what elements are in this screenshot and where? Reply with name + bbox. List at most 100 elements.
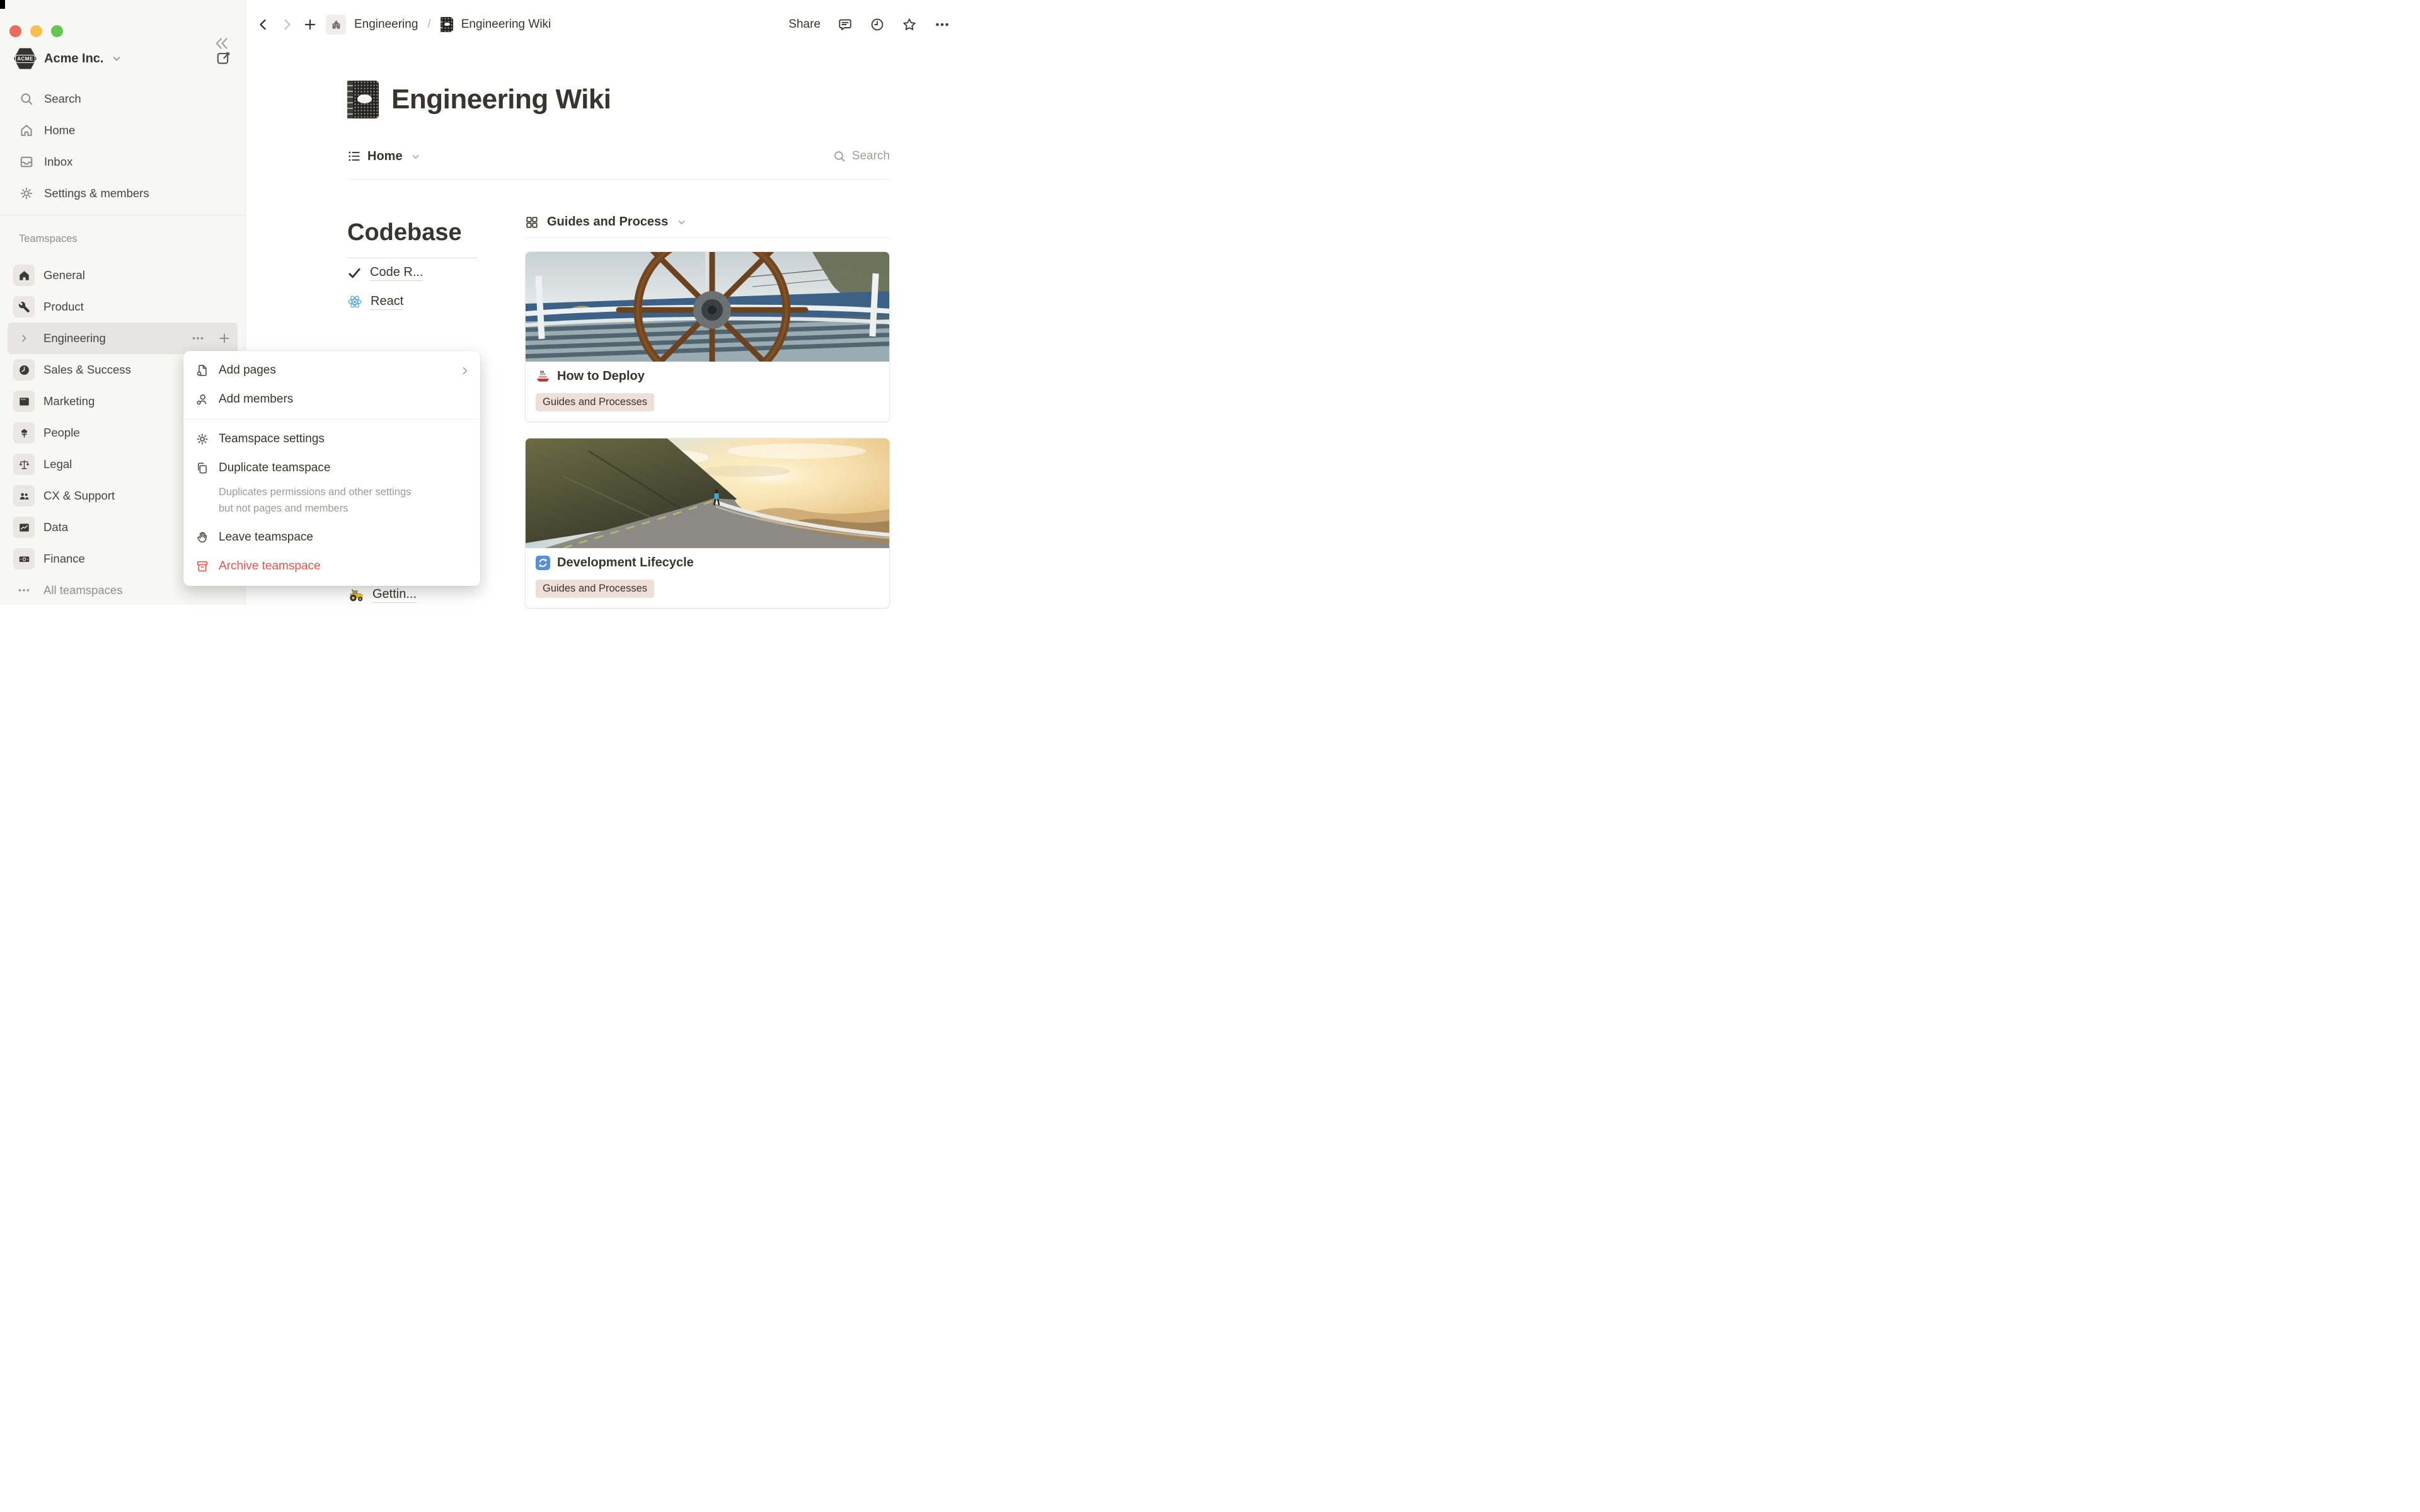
sidebar-item-label: Settings & members — [44, 186, 149, 200]
sidebar-item-label: Home — [44, 123, 75, 137]
chevron-right-icon[interactable] — [13, 328, 35, 349]
sidebar-item-inbox[interactable]: Inbox — [0, 146, 245, 178]
workspace-switcher[interactable]: ACME Acme Inc. — [10, 44, 126, 73]
window-icon — [13, 391, 35, 412]
menu-item-add-members[interactable]: Add members — [183, 385, 480, 414]
favorite-star-icon[interactable] — [902, 17, 917, 32]
workspace-logo: ACME — [14, 47, 37, 70]
card-title-row: Development Lifecycle — [536, 556, 879, 570]
card-development-lifecycle[interactable]: Development Lifecycle Guides and Process… — [525, 438, 890, 609]
card-how-to-deploy[interactable]: How to Deploy Guides and Processes — [525, 251, 890, 422]
card-title-row: How to Deploy — [536, 369, 879, 384]
menu-item-label: Teamspace settings — [219, 432, 325, 446]
page-link-label: React — [371, 294, 403, 310]
chevron-down-icon — [410, 151, 421, 162]
teamspaces-section-label: Teamspaces — [19, 233, 78, 245]
notion-window: ACME Acme Inc. Search Home Inbox Setting… — [0, 0, 968, 605]
building-icon[interactable] — [326, 14, 346, 35]
plus-icon[interactable] — [217, 331, 231, 345]
more-options-icon[interactable] — [934, 16, 950, 33]
gallery-header[interactable]: Guides and Process — [525, 215, 890, 229]
wrench-icon — [13, 296, 35, 318]
teamspace-label: Data — [43, 520, 68, 534]
flower-icon — [13, 422, 35, 444]
house-icon — [13, 265, 35, 286]
teamspace-label: Product — [43, 300, 84, 314]
sidebar-item-label: Inbox — [44, 155, 72, 169]
menu-item-leave-teamspace[interactable]: Leave teamspace — [183, 523, 480, 552]
workspace-logo-text: ACME — [15, 55, 35, 63]
duplicate-icon — [195, 461, 209, 475]
card-cover-sunset-road — [526, 438, 889, 548]
page-link-react[interactable]: React — [347, 287, 478, 316]
waving-hand-icon — [195, 530, 209, 544]
teamspace-label: Finance — [43, 552, 85, 566]
topbar-actions: Share — [788, 16, 955, 33]
list-view-icon — [347, 149, 361, 163]
page-search-button[interactable]: Search — [833, 149, 890, 163]
minimize-window-button[interactable] — [30, 25, 42, 37]
sidebar-item-search[interactable]: Search — [0, 83, 245, 115]
card-tags: Guides and Processes — [536, 393, 879, 411]
add-page-icon[interactable] — [302, 17, 318, 32]
comments-icon[interactable] — [838, 17, 853, 32]
card-title: Development Lifecycle — [557, 556, 694, 570]
more-icon[interactable] — [191, 331, 205, 345]
forward-icon[interactable] — [279, 17, 294, 32]
notebook-icon — [347, 81, 379, 118]
teamspace-general[interactable]: General — [8, 260, 238, 291]
scales-icon — [13, 454, 35, 475]
teamspace-product[interactable]: Product — [8, 291, 238, 323]
breadcrumb-parent[interactable]: Engineering — [354, 18, 418, 32]
page-link-getting-started[interactable]: Gettin... — [349, 587, 417, 603]
back-icon[interactable] — [256, 17, 271, 32]
share-button[interactable]: Share — [788, 18, 821, 32]
card-body: Development Lifecycle Guides and Process… — [526, 548, 889, 608]
search-icon — [833, 149, 846, 163]
teamspace-label: Marketing — [43, 394, 95, 408]
history-icon[interactable] — [870, 17, 885, 32]
submenu-chevron-icon — [459, 365, 470, 376]
close-window-button[interactable] — [9, 25, 21, 37]
teamspace-actions — [191, 331, 231, 345]
tag-guides-and-processes: Guides and Processes — [536, 393, 654, 411]
view-tab-row: Home Search — [347, 144, 890, 169]
workspace-name: Acme Inc. — [44, 52, 103, 66]
page-title[interactable]: Engineering Wiki — [391, 84, 611, 115]
sidebar-item-home[interactable]: Home — [0, 115, 245, 146]
person-add-icon — [195, 392, 209, 406]
teamspace-engineering[interactable]: Engineering — [8, 323, 238, 354]
codebase-heading[interactable]: Codebase — [347, 217, 478, 248]
cycle-arrows-icon — [536, 556, 550, 570]
menu-item-label: Add pages — [219, 364, 276, 377]
menu-item-label: Archive teamspace — [219, 559, 321, 573]
check-icon — [347, 266, 362, 280]
gear-icon — [19, 186, 34, 201]
menu-item-duplicate-teamspace[interactable]: Duplicate teamspace — [183, 454, 480, 483]
page-title-row: Engineering Wiki — [347, 81, 890, 118]
breadcrumb-current[interactable]: Engineering Wiki — [461, 18, 551, 32]
search-label: Search — [852, 149, 890, 163]
clock-icon — [13, 359, 35, 381]
tractor-icon — [349, 588, 364, 602]
expand-window-button[interactable] — [51, 25, 63, 37]
new-page-icon[interactable] — [216, 50, 231, 68]
ship-icon — [536, 369, 550, 384]
menu-item-teamspace-settings[interactable]: Teamspace settings — [183, 425, 480, 454]
page-link-code-review[interactable]: Code R... — [347, 258, 478, 287]
teamspace-label: CX & Support — [43, 489, 115, 503]
menu-item-label: Leave teamspace — [219, 530, 313, 544]
sidebar-nav: Search Home Inbox Settings & members — [0, 83, 245, 209]
gallery-heading: Guides and Process — [547, 215, 668, 229]
tab-home[interactable]: Home — [347, 149, 421, 164]
teamspace-label: Sales & Success — [43, 363, 131, 377]
money-icon — [13, 548, 35, 570]
tag-guides-and-processes: Guides and Processes — [536, 580, 654, 598]
menu-item-add-pages[interactable]: Add pages — [183, 356, 480, 385]
sidebar-item-label: Search — [44, 92, 81, 106]
teamspace-label: People — [43, 426, 80, 440]
menu-item-archive-teamspace[interactable]: Archive teamspace — [183, 552, 480, 581]
sidebar-item-settings[interactable]: Settings & members — [0, 178, 245, 209]
teamspace-label: General — [43, 268, 85, 282]
inbox-icon — [19, 154, 34, 169]
